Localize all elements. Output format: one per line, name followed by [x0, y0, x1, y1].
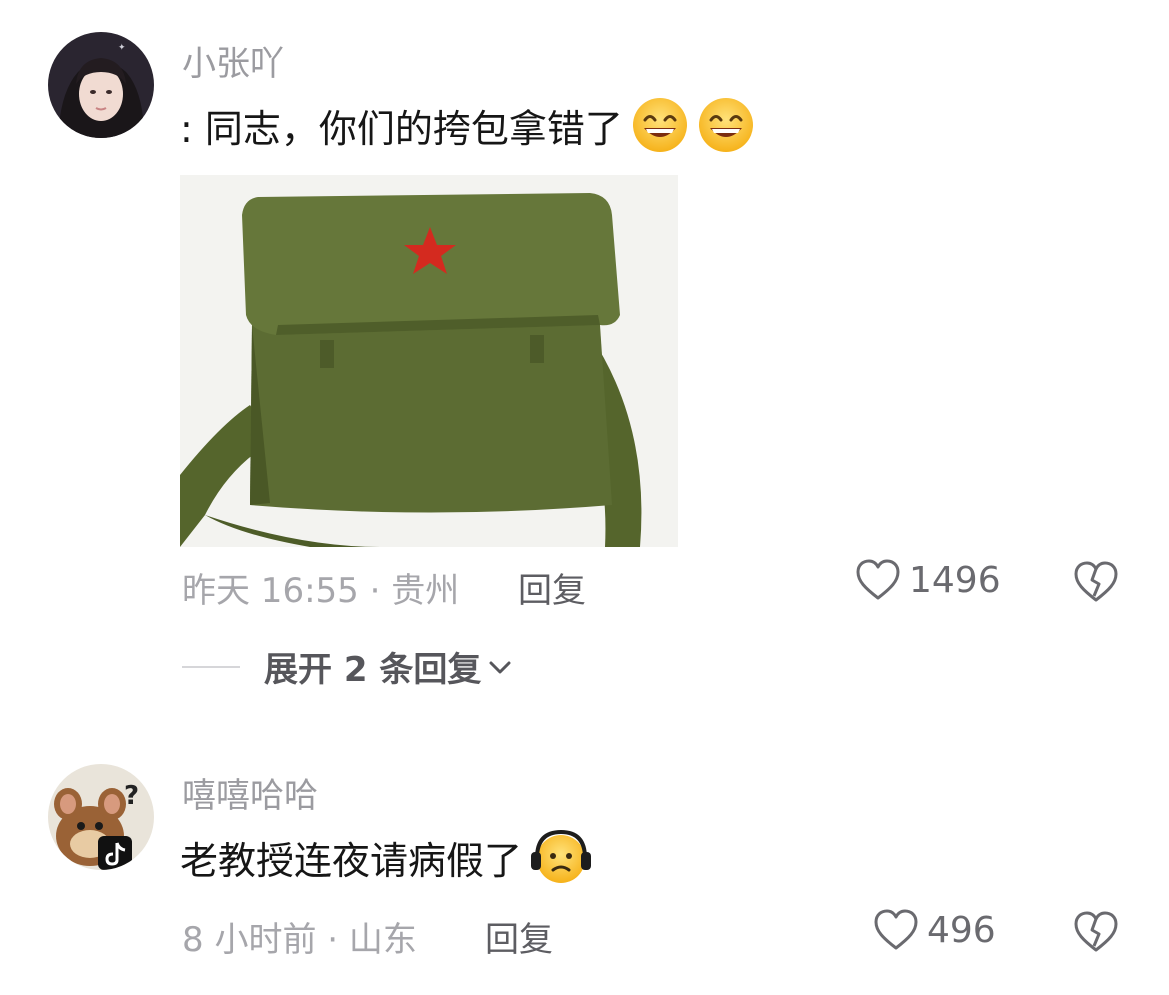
attached-image-satchel[interactable]	[180, 175, 678, 547]
expand-replies-button[interactable]: 展开 2 条回复	[182, 642, 513, 691]
headphone-face-emoji	[530, 828, 592, 886]
timestamp-location: 8 小时前 · 山东	[182, 920, 417, 960]
grinning-face-emoji	[697, 96, 755, 154]
expand-replies-label: 展开 2 条回复	[264, 650, 482, 690]
like-count: 496	[927, 909, 996, 951]
timestamp-location: 昨天 16:55 · 贵州	[182, 571, 460, 611]
like-button[interactable]: 496	[873, 908, 996, 952]
comment-text: 老教授连夜请病假了	[180, 828, 592, 886]
comment-text: : 同志，你们的挎包拿错了	[180, 96, 755, 154]
avatar[interactable]: ✦	[48, 32, 154, 138]
broken-heart-icon	[1074, 561, 1118, 602]
heart-outline-icon	[856, 559, 900, 600]
broken-heart-icon	[1074, 911, 1118, 952]
dislike-button[interactable]	[1073, 910, 1119, 956]
comment-item: ✦ 小张吖 : 同志，你们的挎包拿错了 昨天 16:55 · 贵州 回复 149…	[0, 0, 1169, 720]
svg-text:?: ?	[124, 781, 139, 811]
chevron-down-icon	[489, 661, 511, 673]
like-count: 1496	[909, 559, 1001, 601]
comment-text-content: 老教授连夜请病假了	[180, 838, 523, 883]
comment-item: ? 嘻嘻哈哈 老教授连夜请病假了 8 小时前 · 山东 回复 496	[0, 740, 1169, 995]
like-button[interactable]: 1496	[855, 558, 1001, 602]
svg-text:✦: ✦	[118, 43, 126, 53]
heart-outline-icon	[874, 909, 918, 950]
dislike-button[interactable]	[1073, 560, 1119, 606]
username[interactable]: 小张吖	[182, 36, 284, 85]
divider	[182, 665, 240, 668]
reply-button[interactable]: 回复	[518, 563, 586, 612]
reply-button[interactable]: 回复	[485, 912, 553, 961]
grinning-face-emoji	[631, 96, 689, 154]
avatar[interactable]: ?	[48, 764, 154, 870]
username[interactable]: 嘻嘻哈哈	[182, 768, 318, 817]
comment-text-content: : 同志，你们的挎包拿错了	[180, 106, 623, 151]
